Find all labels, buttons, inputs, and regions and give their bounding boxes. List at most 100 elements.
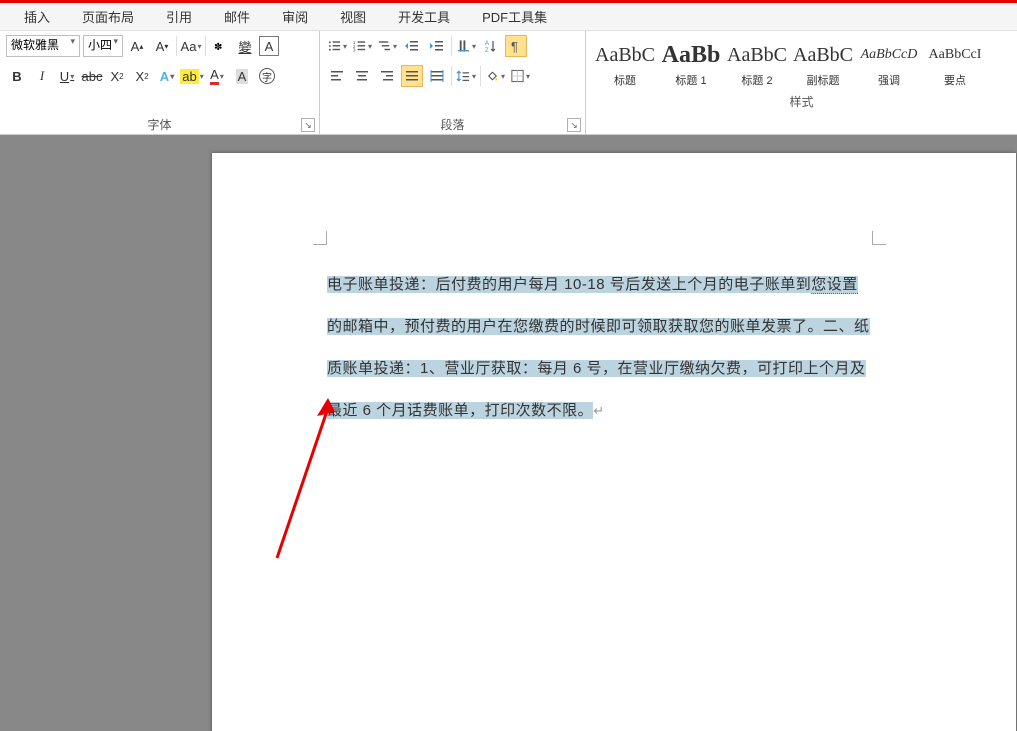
style-preview: AaBbCcD: [861, 40, 918, 70]
sort-icon: AZ: [483, 38, 499, 54]
selected-text-line1a[interactable]: 电子账单投递：后付费的用户每月 10-18 号后发送上个月的电子账单到: [327, 276, 811, 293]
subscript-button[interactable]: X2: [106, 65, 128, 87]
text-effects-button[interactable]: A▾: [156, 65, 178, 87]
page[interactable]: 电子账单投递：后付费的用户每月 10-18 号后发送上个月的电子账单到您设置 的…: [212, 153, 1016, 731]
align-right-button[interactable]: [376, 65, 398, 87]
paragraph-dialog-launcher[interactable]: ↘: [567, 118, 581, 132]
menu-view[interactable]: 视图: [336, 1, 370, 32]
font-name-value: 微软雅黑: [11, 38, 59, 52]
style-preview: AaBbC: [595, 40, 655, 70]
numbered-list-button[interactable]: 123▾: [351, 35, 373, 57]
asian-layout-button[interactable]: ▾: [455, 35, 477, 57]
menu-layout[interactable]: 页面布局: [78, 1, 138, 32]
paragraph-group: ▾ 123▾ ▾ ▾ AZ: [320, 31, 586, 134]
bold-button[interactable]: B: [6, 65, 28, 87]
menu-dev[interactable]: 开发工具: [394, 1, 454, 32]
change-case-button[interactable]: Aa▾: [180, 35, 202, 57]
line-spacing-button[interactable]: ▾: [455, 65, 477, 87]
style-name: 标题: [614, 72, 636, 88]
style-name: 强调: [878, 72, 900, 88]
document-body[interactable]: 电子账单投递：后付费的用户每月 10-18 号后发送上个月的电子账单到您设置 的…: [327, 264, 885, 432]
selected-text-line3[interactable]: 质账单投递：1、营业厅获取：每月 6 号，在营业厅缴纳欠费，可打印上个月及: [327, 360, 866, 377]
selected-text-line2[interactable]: 的邮箱中，预付费的用户在您缴费的时候即可领取获取您的账单发票了。二、纸: [327, 318, 870, 335]
svg-text:✽: ✽: [214, 42, 222, 53]
font-group-label: 字体 ↘: [0, 116, 319, 134]
distribute-button[interactable]: [426, 65, 448, 87]
paint-bucket-icon: [485, 68, 500, 84]
align-justify-button[interactable]: [401, 65, 423, 87]
style-card[interactable]: AaBbC 标题: [592, 35, 658, 93]
grow-font-button[interactable]: A▴: [126, 35, 148, 57]
menu-insert[interactable]: 插入: [20, 1, 54, 32]
style-preview: AaBbC: [793, 40, 853, 70]
style-name: 标题 2: [741, 72, 772, 88]
align-justify-icon: [404, 68, 420, 84]
svg-text:¶: ¶: [511, 39, 518, 54]
menu-pdf[interactable]: PDF工具集: [478, 1, 551, 32]
svg-text:Z: Z: [485, 48, 489, 54]
sort-button[interactable]: AZ: [480, 35, 502, 57]
font-color-button[interactable]: A▾: [206, 65, 228, 87]
font-size-select[interactable]: 小四▾: [83, 35, 123, 57]
shrink-font-button[interactable]: A▾: [151, 35, 173, 57]
style-preview: AaBb: [662, 40, 721, 70]
show-hide-marks-button[interactable]: ¶: [505, 35, 527, 57]
ribbon: 微软雅黑▾ 小四▾ A▴ A▾ Aa▾ ✽ 變 A B I U▾ abc: [0, 31, 1017, 135]
character-border-button[interactable]: A: [259, 36, 279, 56]
document-canvas-area[interactable]: 电子账单投递：后付费的用户每月 10-18 号后发送上个月的电子账单到您设置 的…: [0, 135, 1017, 731]
align-left-button[interactable]: [326, 65, 348, 87]
style-card[interactable]: AaBbC 标题 2: [724, 35, 790, 93]
svg-text:3: 3: [353, 48, 356, 53]
menu-mail[interactable]: 邮件: [220, 1, 254, 32]
style-card[interactable]: AaBbCcI要点: [922, 35, 988, 93]
superscript-button[interactable]: X2: [131, 65, 153, 87]
font-name-select[interactable]: 微软雅黑▾: [6, 35, 80, 57]
enclosed-char-button[interactable]: 字: [256, 65, 278, 87]
align-center-icon: [354, 68, 370, 84]
decrease-indent-button[interactable]: [401, 35, 423, 57]
distribute-icon: [429, 68, 445, 84]
text-highlight-button[interactable]: ab▾: [181, 65, 203, 87]
shading-button[interactable]: ▾: [484, 65, 506, 87]
asian-layout-icon: [456, 38, 471, 54]
styles-gallery[interactable]: AaBbC标题AaBb标题 1AaBbC标题 2AaBbC副标题AaBbCcD强…: [586, 31, 1017, 93]
strikethrough-button[interactable]: abc: [81, 65, 103, 87]
chevron-down-icon: ▾: [113, 36, 118, 47]
style-card[interactable]: AaBb标题 1: [658, 35, 724, 93]
align-center-button[interactable]: [351, 65, 373, 87]
menu-reference[interactable]: 引用: [162, 1, 196, 32]
style-preview: AaBbC: [727, 40, 787, 70]
bullet-list-icon: [327, 38, 342, 54]
style-card[interactable]: AaBbCcD 强调: [856, 35, 922, 93]
styles-group: AaBbC标题AaBb标题 1AaBbC标题 2AaBbC副标题AaBbCcD强…: [586, 31, 1017, 134]
character-shading-button[interactable]: A: [231, 65, 253, 87]
svg-text:A: A: [485, 41, 489, 47]
selected-text-line4[interactable]: 最近 6 个月话费账单，打印次数不限。: [327, 402, 593, 419]
menu-review[interactable]: 审阅: [278, 1, 312, 32]
phonetic-icon: ✽: [212, 38, 228, 54]
pilcrow-icon: ¶: [508, 38, 524, 54]
increase-indent-button[interactable]: [426, 35, 448, 57]
line-spacing-icon: [456, 68, 471, 84]
italic-button[interactable]: I: [31, 65, 53, 87]
multilevel-list-button[interactable]: ▾: [376, 35, 398, 57]
font-size-value: 小四: [88, 38, 112, 52]
styles-group-label: 样式: [586, 93, 1017, 111]
font-dialog-launcher[interactable]: ↘: [301, 118, 315, 132]
enclose-characters-button[interactable]: 變: [234, 35, 256, 57]
outdent-icon: [404, 38, 420, 54]
styles-group-label-text: 样式: [789, 95, 813, 109]
wen-icon: 變: [238, 37, 251, 56]
borders-button[interactable]: ▾: [509, 65, 531, 87]
style-card[interactable]: AaBbC 副标题: [790, 35, 856, 93]
phonetic-guide-button[interactable]: ✽: [209, 35, 231, 57]
paragraph-mark: ↵: [593, 403, 604, 418]
circle-char-icon: 字: [259, 68, 275, 84]
align-right-icon: [379, 68, 395, 84]
style-name: 副标题: [807, 72, 840, 88]
borders-icon: [510, 68, 525, 84]
selected-text-line1b[interactable]: 您设置: [811, 276, 858, 294]
bullet-list-button[interactable]: ▾: [326, 35, 348, 57]
align-left-icon: [329, 68, 345, 84]
underline-button[interactable]: U▾: [56, 65, 78, 87]
